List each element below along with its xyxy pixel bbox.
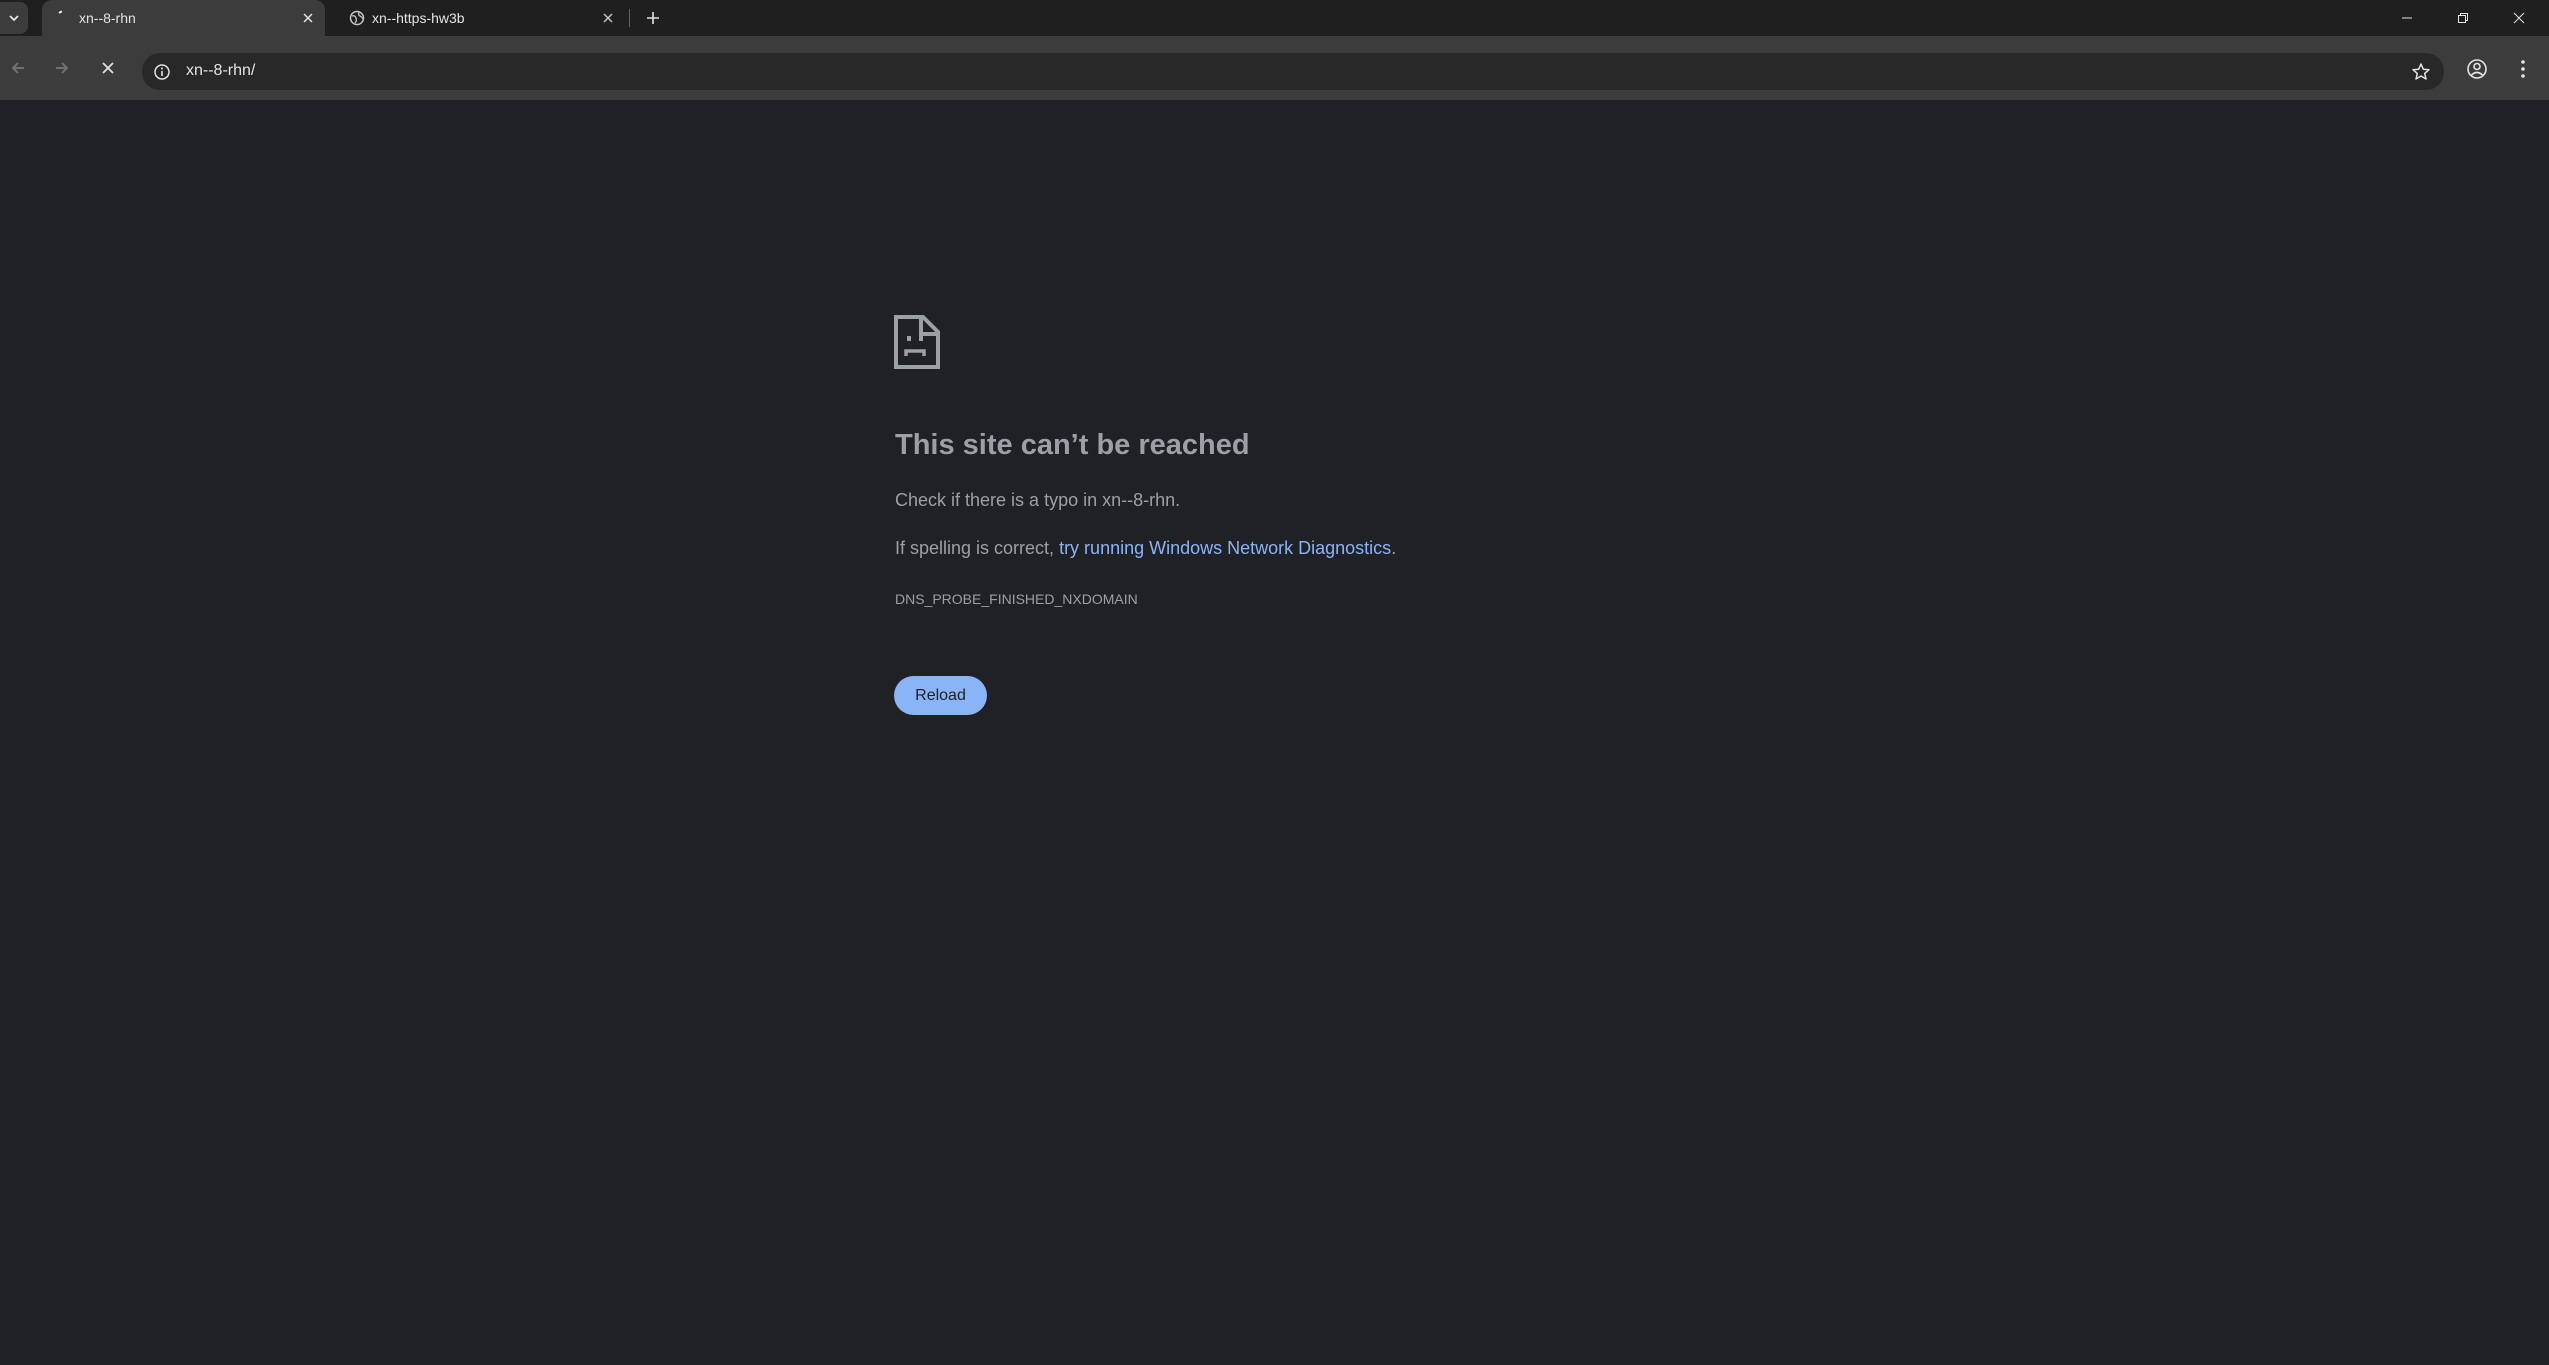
tab-xn-8-rhn[interactable]: xn--8-rhn (42, 0, 325, 36)
diagnostics-prefix: If spelling is correct, (895, 538, 1060, 558)
close-window-button[interactable] (2491, 0, 2547, 36)
stop-loading-button[interactable] (92, 52, 124, 84)
minimize-button[interactable] (2379, 0, 2435, 36)
restore-icon (2458, 13, 2468, 23)
error-code: DNS_PROBE_FINISHED_NXDOMAIN (895, 591, 1138, 607)
sad-page-icon (894, 315, 940, 369)
restore-button[interactable] (2435, 0, 2491, 36)
diagnostics-suffix: . (1391, 538, 1397, 558)
browser-menu-button[interactable] (2507, 53, 2539, 85)
address-bar[interactable]: xn--8-rhn/ (142, 53, 2444, 90)
globe-icon (349, 10, 365, 26)
back-button[interactable] (2, 52, 34, 84)
tab-separator (629, 9, 630, 27)
tab-close-icon[interactable] (299, 9, 317, 27)
chevron-down-icon (9, 15, 19, 22)
tab-close-icon[interactable] (599, 9, 617, 27)
error-title: This site can’t be reached (895, 429, 1250, 461)
arrow-right-icon (56, 62, 69, 74)
tab-strip: xn--8-rhn xn--https-hw3b (0, 0, 2549, 36)
toolbar: xn--8-rhn/ (0, 36, 2549, 100)
loading-spinner-icon (56, 10, 72, 26)
diagnostics-suggestion: If spelling is correct, try running Wind… (895, 538, 1396, 559)
minimize-icon (2402, 17, 2412, 19)
forward-button[interactable] (46, 52, 78, 84)
profile-button[interactable] (2461, 53, 2493, 85)
reload-button[interactable]: Reload (894, 676, 987, 715)
close-icon (102, 62, 114, 74)
plus-icon (647, 12, 659, 24)
site-info-icon[interactable] (152, 62, 172, 82)
bookmark-star-icon[interactable] (2410, 61, 2432, 83)
account-circle-icon (2467, 59, 2487, 79)
url-text[interactable]: xn--8-rhn/ (186, 62, 255, 80)
tab-title: xn--8-rhn (79, 10, 136, 26)
typo-suggestion: Check if there is a typo in xn--8-rhn. (895, 490, 1181, 510)
more-vertical-icon (2521, 60, 2525, 78)
tab-xn-https-hw3b[interactable]: xn--https-hw3b (335, 0, 625, 36)
tab-title: xn--https-hw3b (372, 10, 465, 26)
close-icon (2513, 12, 2525, 24)
tab-search-button[interactable] (0, 2, 28, 34)
arrow-left-icon (11, 62, 24, 74)
new-tab-button[interactable] (640, 6, 666, 30)
network-diagnostics-link[interactable]: try running Windows Network Diagnostics (1059, 538, 1391, 558)
